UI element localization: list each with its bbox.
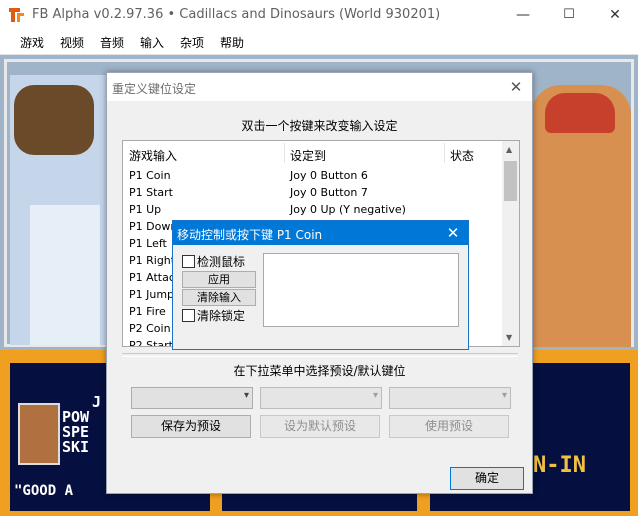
list-item-mapping[interactable]: Joy 0 Button 7: [290, 186, 368, 199]
press-key-titlebar: 移动控制或按下键 P1 Coin ✕: [173, 221, 468, 245]
instruction-text: 双击一个按键来改变输入设定: [241, 119, 398, 133]
menu-game[interactable]: 游戏: [20, 34, 44, 51]
window-title: FB Alpha v0.2.97.36 • Cadillacs and Dino…: [32, 7, 441, 22]
dialog-close-button[interactable]: ✕: [505, 76, 527, 98]
use-preset-button[interactable]: 使用预设: [389, 415, 509, 438]
window-titlebar: FB Alpha v0.2.97.36 • Cadillacs and Dino…: [0, 0, 638, 30]
chevron-down-icon: ▾: [501, 390, 507, 401]
preset-combo-3[interactable]: ▾: [389, 387, 511, 409]
list-item[interactable]: P1 Left: [129, 237, 167, 250]
close-button[interactable]: ✕: [592, 0, 638, 30]
apply-button[interactable]: 应用: [182, 271, 256, 288]
menu-misc[interactable]: 杂项: [180, 34, 204, 51]
list-item[interactable]: P2 Coin: [129, 322, 171, 335]
column-separator: [284, 143, 285, 163]
menu-help[interactable]: 帮助: [220, 34, 244, 51]
detect-mouse-checkbox[interactable]: [182, 255, 195, 268]
list-scrollbar[interactable]: ▲ ▼: [502, 141, 519, 346]
column-header-status[interactable]: 状态: [450, 147, 474, 164]
list-item[interactable]: P1 Up: [129, 203, 161, 216]
list-item[interactable]: P1 Right: [129, 254, 175, 267]
fba-logo-icon: [9, 7, 25, 23]
save-preset-button[interactable]: 保存为预设: [131, 415, 251, 438]
press-key-title: 移动控制或按下键 P1 Coin: [177, 228, 323, 242]
preset-label: 在下拉菜单中选择预设/默认键位: [233, 364, 406, 378]
list-item[interactable]: P1 Jump: [129, 288, 174, 301]
list-item[interactable]: P2 Start: [129, 339, 173, 346]
chevron-down-icon: ▾: [243, 390, 249, 401]
game-character-hair: [14, 85, 94, 155]
game-character-shirt: [30, 205, 100, 345]
hud-stats: J POW SPE SKI: [62, 393, 102, 456]
scroll-down-icon[interactable]: ▼: [506, 333, 512, 342]
set-default-preset-button[interactable]: 设为默认预设: [260, 415, 380, 438]
preset-combo-2[interactable]: ▾: [260, 387, 382, 409]
list-item[interactable]: P1 Coin: [129, 169, 171, 182]
game-character-right-hair: [545, 93, 615, 133]
menu-video[interactable]: 视频: [60, 34, 84, 51]
scroll-up-icon[interactable]: ▲: [506, 145, 512, 154]
list-item[interactable]: P1 Fire: [129, 305, 166, 318]
press-key-close-button[interactable]: ✕: [439, 221, 467, 245]
list-item[interactable]: P1 Down: [129, 220, 177, 233]
preset-group-divider: [122, 353, 518, 357]
clear-input-button[interactable]: 清除输入: [182, 289, 256, 306]
dialog-title: 重定义键位设定: [112, 82, 197, 96]
column-header-input[interactable]: 游戏输入: [129, 147, 177, 164]
dialog-titlebar: 重定义键位设定 ✕: [107, 73, 532, 101]
detect-mouse-label: 检测鼠标: [197, 255, 246, 269]
clear-lock-label: 清除锁定: [197, 309, 246, 323]
preset-combo-1[interactable]: ▾: [131, 387, 253, 409]
hud-insert-coin: N-IN: [533, 453, 586, 478]
hud-message: "GOOD A: [14, 483, 74, 499]
list-item-mapping[interactable]: Joy 0 Button 6: [290, 169, 368, 182]
menu-audio[interactable]: 音频: [100, 34, 124, 51]
menu-input[interactable]: 输入: [140, 34, 164, 51]
list-item[interactable]: P1 Start: [129, 186, 173, 199]
press-key-dialog: 移动控制或按下键 P1 Coin ✕ 检测鼠标 应用 清除输入 清除锁定: [172, 220, 469, 350]
hud-portrait: [18, 403, 60, 465]
scrollbar-thumb[interactable]: [504, 161, 517, 201]
input-preview-box: [263, 253, 459, 327]
clear-lock-checkbox[interactable]: [182, 309, 195, 322]
column-header-mapping[interactable]: 设定到: [290, 147, 326, 164]
ok-button[interactable]: 确定: [450, 467, 524, 490]
menu-bar: 游戏 视频 音频 输入 杂项 帮助: [0, 30, 638, 55]
list-item-mapping[interactable]: Joy 0 Up (Y negative): [290, 203, 406, 216]
maximize-button[interactable]: ☐: [546, 0, 592, 30]
column-separator: [444, 143, 445, 163]
chevron-down-icon: ▾: [372, 390, 378, 401]
minimize-button[interactable]: —: [500, 0, 546, 30]
